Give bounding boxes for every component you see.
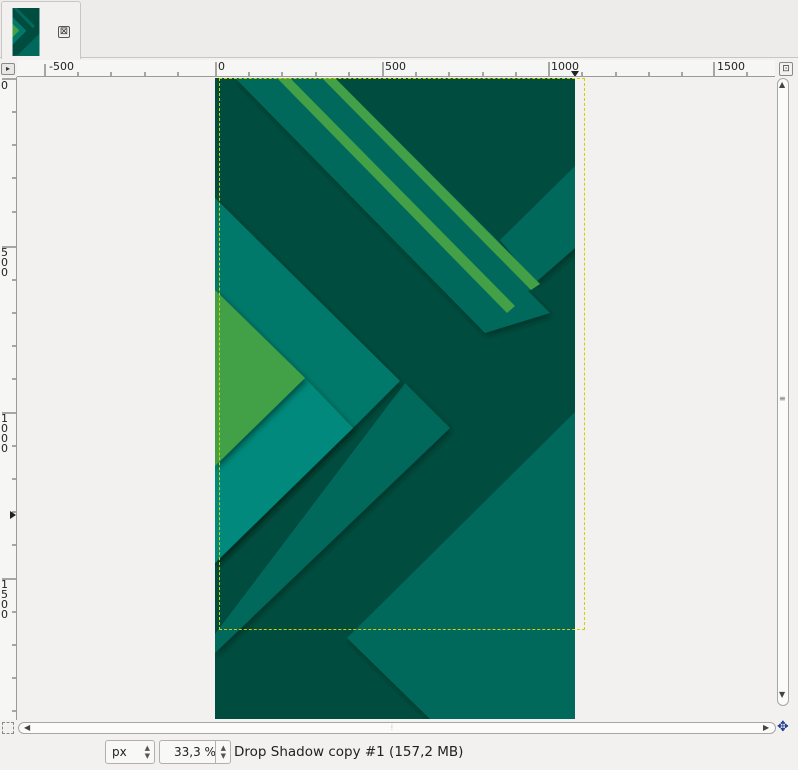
unit-select[interactable]: px ▲ ▼ xyxy=(105,740,155,764)
unit-value: px xyxy=(112,745,127,759)
scroll-left-icon[interactable]: ◀ xyxy=(24,723,30,733)
material-wallpaper-image xyxy=(215,78,575,719)
quick-mask-toggle[interactable] xyxy=(2,722,14,734)
scroll-grip-icon: ⦙ xyxy=(391,723,393,732)
image-window: { "tab": { "close_icon": "close-icon", "… xyxy=(0,0,798,770)
ruler-label: 1500 xyxy=(717,60,745,73)
spin-arrows-icon: ▲ ▼ xyxy=(220,744,226,760)
horizontal-ruler[interactable]: -500 0 500 1000 1500 xyxy=(17,60,775,77)
ruler-label: 1000 xyxy=(551,60,579,73)
image-canvas[interactable] xyxy=(215,78,575,719)
ruler-label: 0 xyxy=(1,79,8,92)
canvas-area[interactable] xyxy=(18,78,776,719)
zoom-value: 33,3 % xyxy=(174,745,216,759)
ruler-label: 500 xyxy=(1,246,8,279)
ruler-label: 1000 xyxy=(1,412,8,455)
layer-status-text: Drop Shadow copy #1 (157,2 MB) xyxy=(234,744,464,760)
vertical-scrollbar[interactable]: ▲ ≡ ▼ xyxy=(775,78,791,720)
horizontal-scroll-thumb[interactable]: ◀ ⦙ ▶ xyxy=(18,722,776,734)
divider xyxy=(215,741,216,763)
scroll-right-icon[interactable]: ▶ xyxy=(763,723,769,733)
menu-arrow-icon[interactable]: ▸ xyxy=(1,63,15,75)
status-bar: px ▲ ▼ 33,3 % ▲ ▼ Drop Shadow copy #1 (157… xyxy=(0,738,798,770)
zoom-select[interactable]: 33,3 % ▲ ▼ xyxy=(159,740,231,764)
ruler-label: 1500 xyxy=(1,578,8,621)
horizontal-scrollbar[interactable]: ◀ ⦙ ▶ xyxy=(18,720,776,736)
zoom-fit-icon[interactable]: ⊡ xyxy=(779,62,793,76)
scroll-grip-icon: ≡ xyxy=(779,394,786,403)
image-tab[interactable]: ⊠ xyxy=(1,1,81,59)
ruler-label: 0 xyxy=(218,60,225,73)
scroll-down-icon[interactable]: ▼ xyxy=(779,690,785,699)
spin-arrows-icon: ▲ ▼ xyxy=(144,744,150,760)
close-icon[interactable]: ⊠ xyxy=(58,26,70,38)
image-tab-strip: ⊠ xyxy=(0,0,798,59)
ruler-label: 500 xyxy=(385,60,406,73)
vertical-ruler[interactable]: 0 500 1000 1500 xyxy=(0,77,17,720)
image-thumbnail xyxy=(12,8,40,56)
ruler-label: -500 xyxy=(49,60,74,73)
scroll-up-icon[interactable]: ▲ xyxy=(779,80,785,89)
vertical-scroll-thumb[interactable] xyxy=(777,78,789,706)
navigate-icon[interactable]: ✥ xyxy=(777,720,789,734)
